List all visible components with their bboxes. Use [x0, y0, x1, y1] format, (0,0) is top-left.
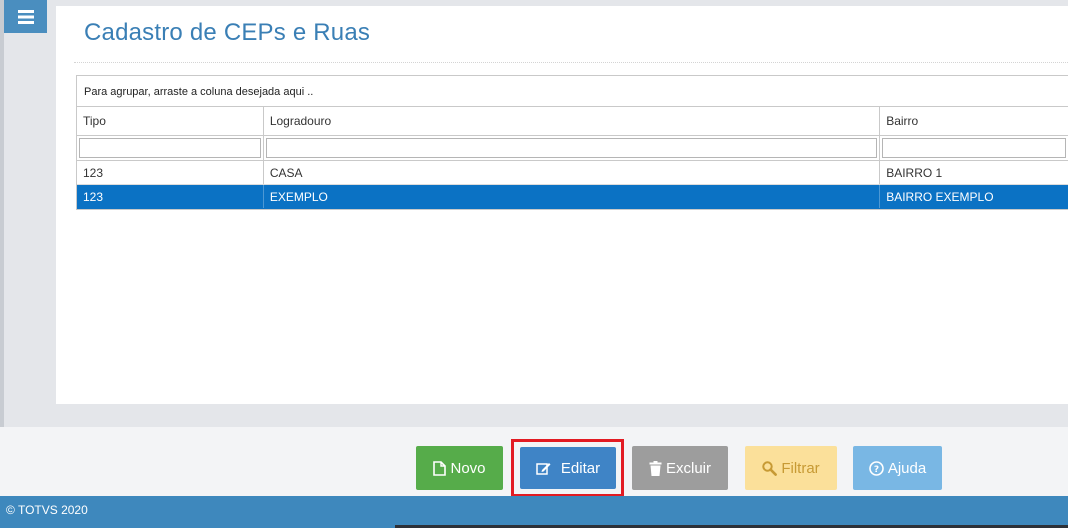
grid-filter-row: [77, 135, 1068, 161]
editar-button[interactable]: Editar: [520, 447, 616, 489]
column-header-bairro[interactable]: Bairro: [880, 107, 1068, 135]
cell-tipo: 123: [77, 185, 264, 208]
ajuda-button-label: Ajuda: [887, 459, 927, 477]
data-grid: Para agrupar, arraste a coluna desejada …: [76, 75, 1068, 210]
filter-cell-logradouro: [264, 135, 881, 161]
copyright-text: © TOTVS 2020: [6, 503, 88, 517]
new-file-icon: [433, 460, 447, 476]
filter-input-tipo[interactable]: [79, 138, 261, 158]
table-row-selected[interactable]: 123 EXEMPLO BAIRRO EXEMPLO: [77, 185, 1068, 209]
svg-text:?: ?: [874, 465, 879, 475]
excluir-button[interactable]: Excluir: [632, 446, 728, 490]
column-header-tipo[interactable]: Tipo: [77, 107, 264, 135]
filtrar-button-label: Filtrar: [781, 459, 820, 477]
ajuda-button[interactable]: ? Ajuda: [853, 446, 942, 490]
filter-input-bairro[interactable]: [882, 138, 1066, 158]
column-header-logradouro[interactable]: Logradouro: [264, 107, 881, 135]
cell-bairro: BAIRRO 1: [886, 166, 943, 180]
page-title: Cadastro de CEPs e Ruas: [84, 19, 371, 46]
trash-icon: [649, 460, 662, 476]
filter-input-logradouro[interactable]: [265, 138, 878, 158]
menu-toggle-button[interactable]: [4, 0, 47, 33]
cell-bairro: BAIRRO EXEMPLO: [886, 190, 994, 204]
group-panel[interactable]: Para agrupar, arraste a coluna desejada …: [77, 76, 1068, 107]
cell-tipo: 123: [77, 161, 264, 184]
title-divider: [74, 62, 1068, 63]
help-icon: ?: [869, 460, 884, 476]
filter-cell-bairro: [880, 136, 1068, 161]
editar-button-label: Editar: [560, 459, 601, 477]
grid-header-row: Tipo Logradouro Bairro: [77, 107, 1068, 136]
cell-logradouro: EXEMPLO: [264, 185, 881, 208]
filtrar-button[interactable]: Filtrar: [745, 446, 837, 490]
filter-cell-tipo: [77, 135, 264, 161]
novo-button-label: Novo: [450, 459, 486, 477]
copyright-bar: © TOTVS 2020: [0, 496, 1068, 528]
search-icon: [762, 460, 778, 476]
edit-icon: [536, 463, 551, 475]
menu-icon: [17, 9, 34, 24]
table-row[interactable]: 123 CASA BAIRRO 1: [77, 161, 1068, 185]
novo-button[interactable]: Novo: [416, 446, 503, 490]
cell-logradouro: CASA: [264, 161, 881, 184]
main-panel: Cadastro de CEPs e Ruas Para agrupar, ar…: [56, 6, 1068, 404]
excluir-button-label: Excluir: [665, 459, 711, 477]
